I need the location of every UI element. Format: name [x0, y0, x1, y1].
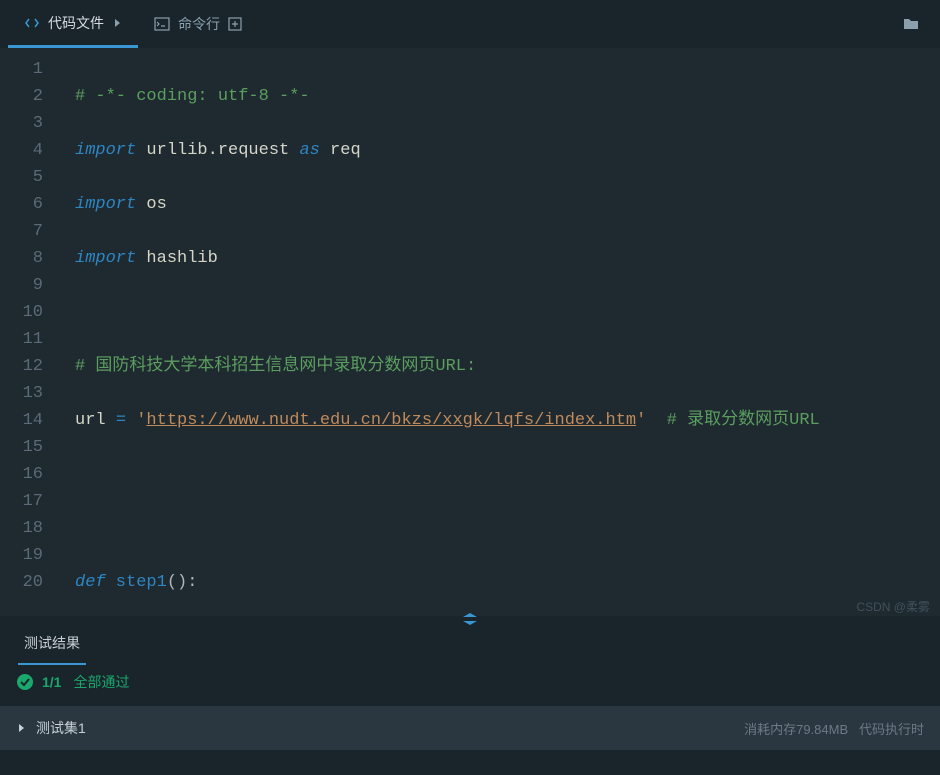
- pass-count: 1/1: [42, 674, 61, 690]
- check-circle-icon: [16, 673, 34, 691]
- chevron-right-icon: [16, 723, 26, 733]
- code-content[interactable]: # -*- coding: utf-8 -*- import urllib.re…: [55, 48, 940, 616]
- test-set-row[interactable]: 测试集1 消耗内存79.84MB 代码执行时: [0, 706, 940, 750]
- pass-text: 全部通过: [73, 672, 129, 692]
- folder-icon[interactable]: [890, 15, 932, 33]
- tab-bar: 代码文件 命令行: [0, 0, 940, 48]
- tab-test-results[interactable]: 测试结果: [18, 623, 86, 665]
- test-meta: 消耗内存79.84MB 代码执行时: [744, 719, 924, 738]
- test-set-label: 测试集1: [36, 718, 86, 738]
- terminal-icon: [154, 16, 170, 32]
- tab-code-file[interactable]: 代码文件: [8, 0, 138, 48]
- panel-divider[interactable]: [0, 616, 940, 622]
- results-summary: 1/1 全部通过: [0, 666, 940, 706]
- tab-label: 代码文件: [48, 13, 104, 33]
- results-tabs: 测试结果: [0, 622, 940, 666]
- new-tab-icon[interactable]: [228, 17, 242, 31]
- code-icon: [24, 15, 40, 31]
- line-gutter: 1234567891011121314151617181920: [0, 48, 55, 616]
- code-editor[interactable]: 1234567891011121314151617181920 # -*- co…: [0, 48, 940, 616]
- watermark: CSDN @柔雾: [856, 598, 930, 615]
- tab-command-line[interactable]: 命令行: [138, 0, 258, 48]
- drag-handle-icon[interactable]: [455, 613, 485, 625]
- results-panel: 测试结果 1/1 全部通过 测试集1 消耗内存79.84MB 代码执行时: [0, 622, 940, 775]
- tab-label: 命令行: [178, 14, 220, 34]
- chevron-right-icon: [112, 18, 122, 28]
